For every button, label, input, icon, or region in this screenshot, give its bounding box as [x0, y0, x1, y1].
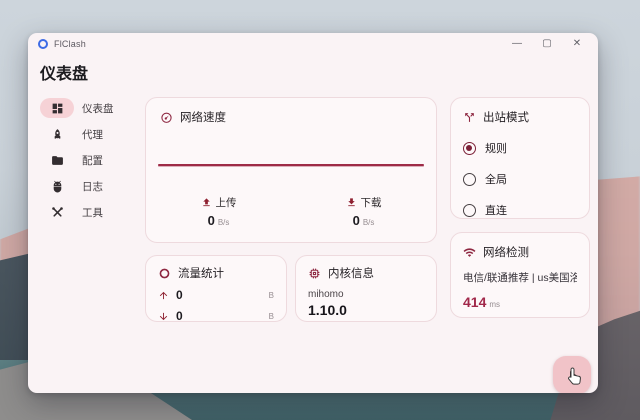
rocket-icon	[40, 124, 74, 144]
mode-label: 直连	[485, 202, 507, 218]
upload-label: 上传	[216, 195, 237, 210]
donut-icon	[158, 267, 171, 280]
traffic-down-row: 0 B	[158, 309, 274, 323]
network-speed-card: 网络速度 上传 0B/s 下载 0B/s	[145, 97, 437, 243]
sidebar-item-dashboard[interactable]: 仪表盘	[40, 95, 132, 121]
speed-chart	[158, 164, 424, 168]
minimize-button[interactable]: —	[510, 37, 524, 51]
traffic-up-unit: B	[269, 291, 274, 300]
traffic-up-row: 0 B	[158, 288, 274, 302]
sidebar-item-proxy[interactable]: 代理	[40, 121, 132, 147]
core-info-card: 内核信息 mihomo 1.10.0	[295, 255, 437, 322]
app-title: FlClash	[54, 39, 86, 49]
speed-chart-line	[158, 164, 424, 166]
sidebar-item-logs[interactable]: 日志	[40, 173, 132, 199]
sidebar-item-label: 工具	[82, 205, 103, 220]
card-title: 出站模式	[483, 109, 529, 125]
traffic-down-value: 0	[176, 309, 183, 323]
app-window: FlClash — ▢ ✕ 仪表盘 仪表盘 代理 配置	[28, 33, 598, 393]
mode-option-direct[interactable]: 直连	[463, 202, 577, 218]
titlebar[interactable]: FlClash — ▢ ✕	[28, 33, 598, 55]
sidebar-item-label: 代理	[82, 127, 103, 142]
sidebar-item-label: 配置	[82, 153, 103, 168]
download-label: 下载	[361, 195, 382, 210]
latency-value: 414	[463, 294, 486, 310]
arrow-down-icon	[158, 311, 169, 322]
outbound-mode-card: 出站模式 规则 全局 直连	[450, 97, 590, 219]
core-version: 1.10.0	[308, 302, 424, 318]
download-unit: B/s	[363, 218, 375, 227]
dashboard-icon	[40, 98, 74, 118]
mode-option-rule[interactable]: 规则	[463, 140, 577, 156]
play-icon	[565, 368, 580, 383]
page-title: 仪表盘	[40, 60, 88, 84]
sidebar: 仪表盘 代理 配置 日志 工具	[40, 95, 132, 225]
card-title: 流量统计	[178, 265, 224, 281]
traffic-card: 流量统计 0 B 0 B	[145, 255, 287, 322]
card-title: 网络速度	[180, 109, 226, 125]
radio-icon[interactable]	[463, 173, 476, 186]
call-split-icon	[463, 111, 476, 124]
network-test-card[interactable]: 网络检测 电信/联通推荐 | us美国洛杉... 414 ms	[450, 232, 590, 318]
radio-icon[interactable]	[463, 204, 476, 217]
maximize-button[interactable]: ▢	[540, 37, 554, 51]
speedometer-icon	[160, 111, 173, 124]
wifi-icon	[463, 246, 476, 259]
traffic-down-unit: B	[269, 312, 274, 321]
upload-icon	[201, 197, 212, 208]
download-stat: 下载 0B/s	[291, 195, 436, 228]
mode-label: 全局	[485, 171, 507, 187]
latency-unit: ms	[489, 300, 500, 309]
card-title: 网络检测	[483, 244, 529, 260]
upload-stat: 上传 0B/s	[146, 195, 291, 228]
download-icon	[346, 197, 357, 208]
sidebar-item-label: 日志	[82, 179, 103, 194]
tools-icon	[40, 202, 74, 222]
mode-option-global[interactable]: 全局	[463, 171, 577, 187]
sidebar-item-tools[interactable]: 工具	[40, 199, 132, 225]
mode-label: 规则	[485, 140, 507, 156]
folder-icon	[40, 150, 74, 170]
app-logo-icon	[38, 39, 48, 49]
adb-icon	[40, 176, 74, 196]
traffic-up-value: 0	[176, 288, 183, 302]
sidebar-item-profiles[interactable]: 配置	[40, 147, 132, 173]
core-name: mihomo	[308, 289, 424, 300]
window-controls: — ▢ ✕	[510, 37, 588, 51]
download-value: 0	[353, 213, 360, 228]
memory-icon	[308, 267, 321, 280]
net-test-provider: 电信/联通推荐 | us美国洛杉...	[463, 270, 577, 285]
upload-value: 0	[208, 213, 215, 228]
card-title: 内核信息	[328, 265, 374, 281]
sidebar-item-label: 仪表盘	[82, 101, 114, 116]
upload-unit: B/s	[218, 218, 230, 227]
arrow-up-icon	[158, 290, 169, 301]
start-proxy-fab[interactable]	[553, 356, 591, 393]
radio-selected-icon[interactable]	[463, 142, 476, 155]
close-button[interactable]: ✕	[570, 37, 584, 51]
